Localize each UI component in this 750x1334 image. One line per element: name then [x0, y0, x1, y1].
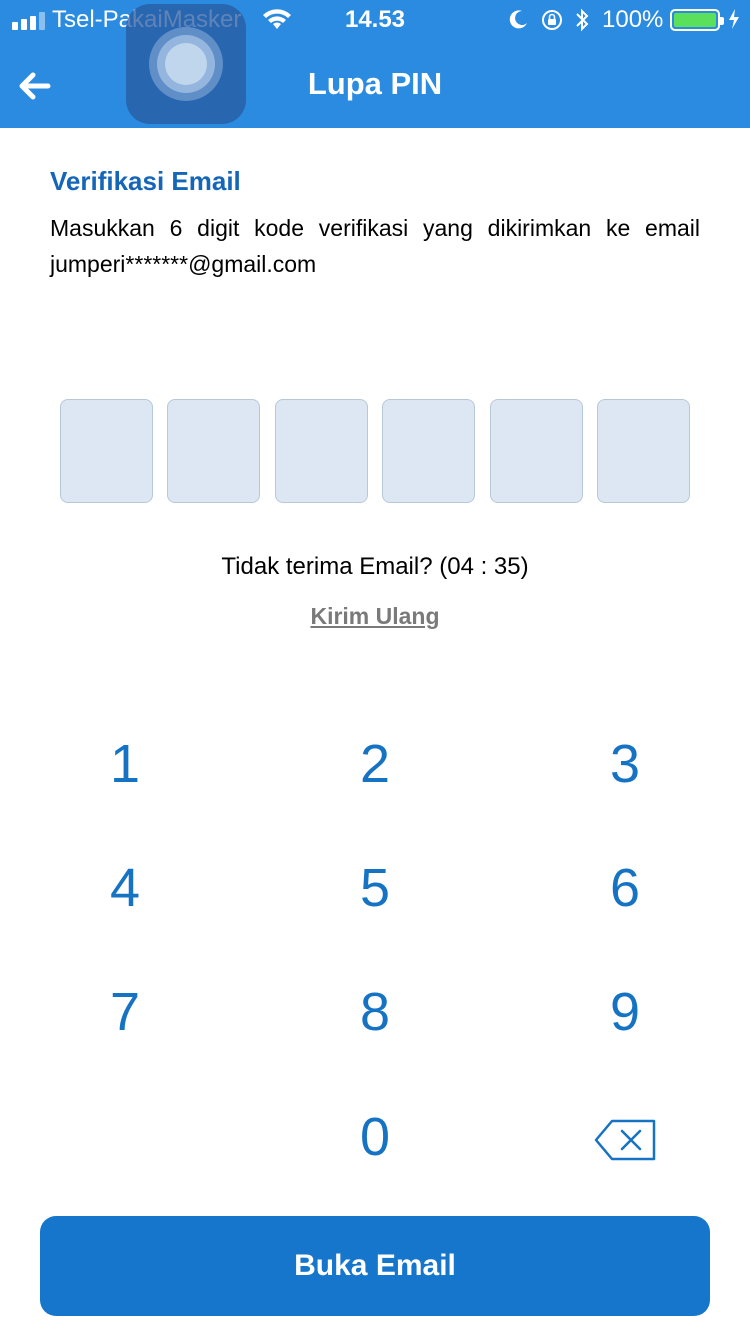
instruction-text: Masukkan 6 digit kode verifikasi yang di…	[50, 215, 700, 277]
resend-countdown-text: Tidak terima Email? (04 : 35)	[221, 553, 529, 580]
key-5[interactable]: 5	[250, 826, 500, 950]
key-8[interactable]: 8	[250, 950, 500, 1074]
key-7[interactable]: 7	[0, 950, 250, 1074]
battery-icon	[670, 9, 724, 31]
open-email-button[interactable]: Buka Email	[40, 1216, 710, 1316]
code-digit-box[interactable]	[382, 399, 476, 503]
backspace-icon[interactable]	[594, 1119, 656, 1161]
code-digit-box[interactable]	[167, 399, 261, 503]
key-4[interactable]: 4	[0, 826, 250, 950]
resend-link[interactable]: Kirim Ulang	[0, 603, 750, 630]
charging-icon	[729, 9, 739, 29]
key-1[interactable]: 1	[0, 702, 250, 826]
code-digit-box[interactable]	[274, 399, 368, 503]
status-bar: Tsel-PakaiMasker 14.53 100%	[0, 0, 750, 40]
battery-percent: 100%	[602, 6, 664, 33]
bluetooth-icon	[576, 8, 589, 32]
key-9[interactable]: 9	[500, 950, 750, 1074]
moon-icon	[509, 10, 527, 29]
assistive-touch-button[interactable]	[126, 4, 246, 124]
page-title: Lupa PIN	[307, 66, 443, 101]
section-heading: Verifikasi Email	[50, 166, 241, 196]
key-2[interactable]: 2	[250, 702, 500, 826]
code-digit-box[interactable]	[60, 399, 153, 503]
rotation-lock-icon	[542, 10, 562, 30]
app-header: Tsel-PakaiMasker 14.53 100% Lupa PIN	[0, 0, 750, 128]
key-0[interactable]: 0	[250, 1075, 500, 1199]
code-input[interactable]	[60, 399, 690, 503]
key-3[interactable]: 3	[500, 702, 750, 826]
code-digit-box[interactable]	[596, 399, 690, 503]
key-6[interactable]: 6	[500, 826, 750, 950]
code-digit-box[interactable]	[489, 399, 583, 503]
